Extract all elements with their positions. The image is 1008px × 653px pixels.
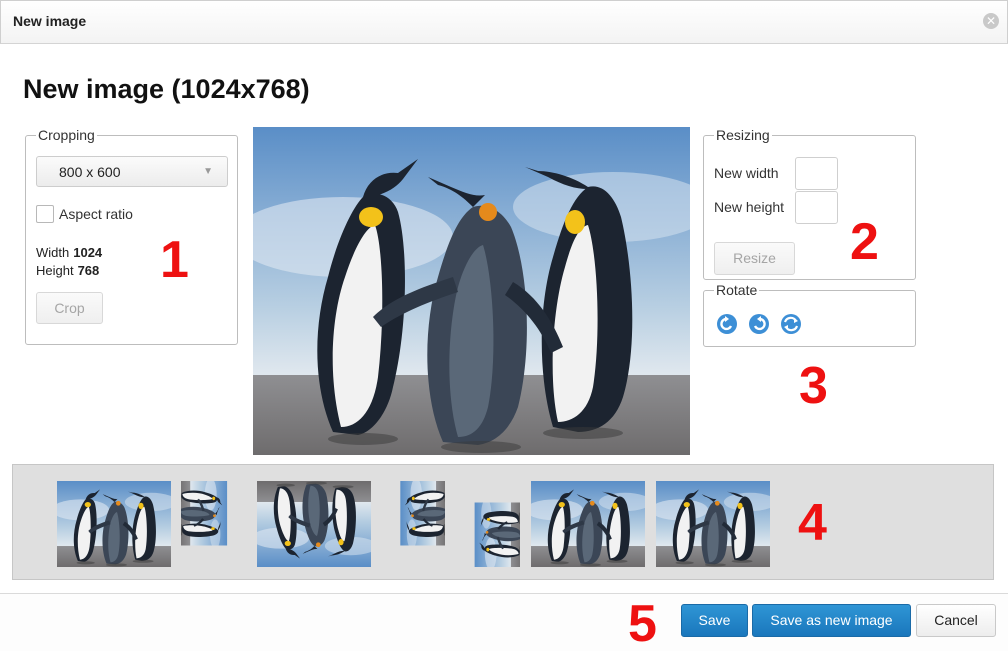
crop-preset-select[interactable]: 800 x 600 ▼ (36, 156, 228, 187)
resizing-legend: Resizing (716, 127, 770, 143)
rotate-left-icon[interactable] (716, 313, 738, 335)
cropping-legend: Cropping (38, 127, 95, 143)
annotation-number: 3 (799, 357, 828, 415)
resize-button[interactable]: Resize (714, 242, 795, 275)
thumbnail-rotated[interactable] (181, 481, 246, 567)
rotate-legend: Rotate (716, 282, 758, 298)
thumbnail-original[interactable] (531, 481, 645, 567)
annotation-number: 2 (850, 213, 879, 271)
save-as-new-image-button[interactable]: Save as new image (752, 604, 911, 637)
page-title: New image (1024x768) (23, 74, 310, 104)
chevron-down-icon: ▼ (203, 166, 213, 177)
width-label: Width (36, 245, 70, 260)
cropping-panel: Cropping 800 x 600 ▼ Aspect ratio Width 1… (25, 127, 238, 345)
image-preview[interactable] (253, 127, 690, 455)
dialog-titlebar: New image ✕ (0, 0, 1008, 44)
new-height-input[interactable] (795, 191, 838, 224)
close-icon[interactable]: ✕ (983, 13, 999, 29)
flip-icon[interactable] (780, 313, 802, 335)
dimension-readout: Width 1024 Height 768 (36, 244, 102, 280)
width-value: 1024 (73, 245, 103, 260)
thumbnail-original[interactable] (656, 481, 770, 567)
aspect-ratio-checkbox[interactable] (36, 205, 54, 223)
annotation-number: 1 (160, 231, 189, 289)
height-value: 768 (77, 263, 100, 278)
aspect-ratio-checkbox-row[interactable]: Aspect ratio (36, 205, 133, 223)
aspect-ratio-label: Aspect ratio (59, 206, 133, 222)
new-width-label: New width (714, 165, 779, 181)
height-label: Height (36, 263, 74, 278)
annotation-number: 4 (798, 494, 827, 552)
new-height-label: New height (714, 199, 785, 215)
dialog-title: New image (13, 13, 87, 29)
thumbnail-rotated-mirrored[interactable] (382, 481, 445, 567)
new-width-input[interactable] (795, 157, 838, 190)
crop-button[interactable]: Crop (36, 292, 103, 324)
rotate-right-icon[interactable] (748, 313, 770, 335)
rotate-panel: Rotate (703, 282, 916, 347)
save-button[interactable]: Save (681, 604, 748, 637)
thumbnail-flipped[interactable] (257, 481, 371, 567)
thumbnail-original[interactable] (57, 481, 171, 567)
cancel-button[interactable]: Cancel (916, 604, 996, 637)
annotation-number: 5 (628, 595, 657, 653)
thumbnail-rotated-270[interactable] (456, 481, 520, 567)
crop-preset-value: 800 x 600 (59, 164, 121, 180)
resizing-panel: Resizing New width New height Resize (703, 127, 916, 280)
